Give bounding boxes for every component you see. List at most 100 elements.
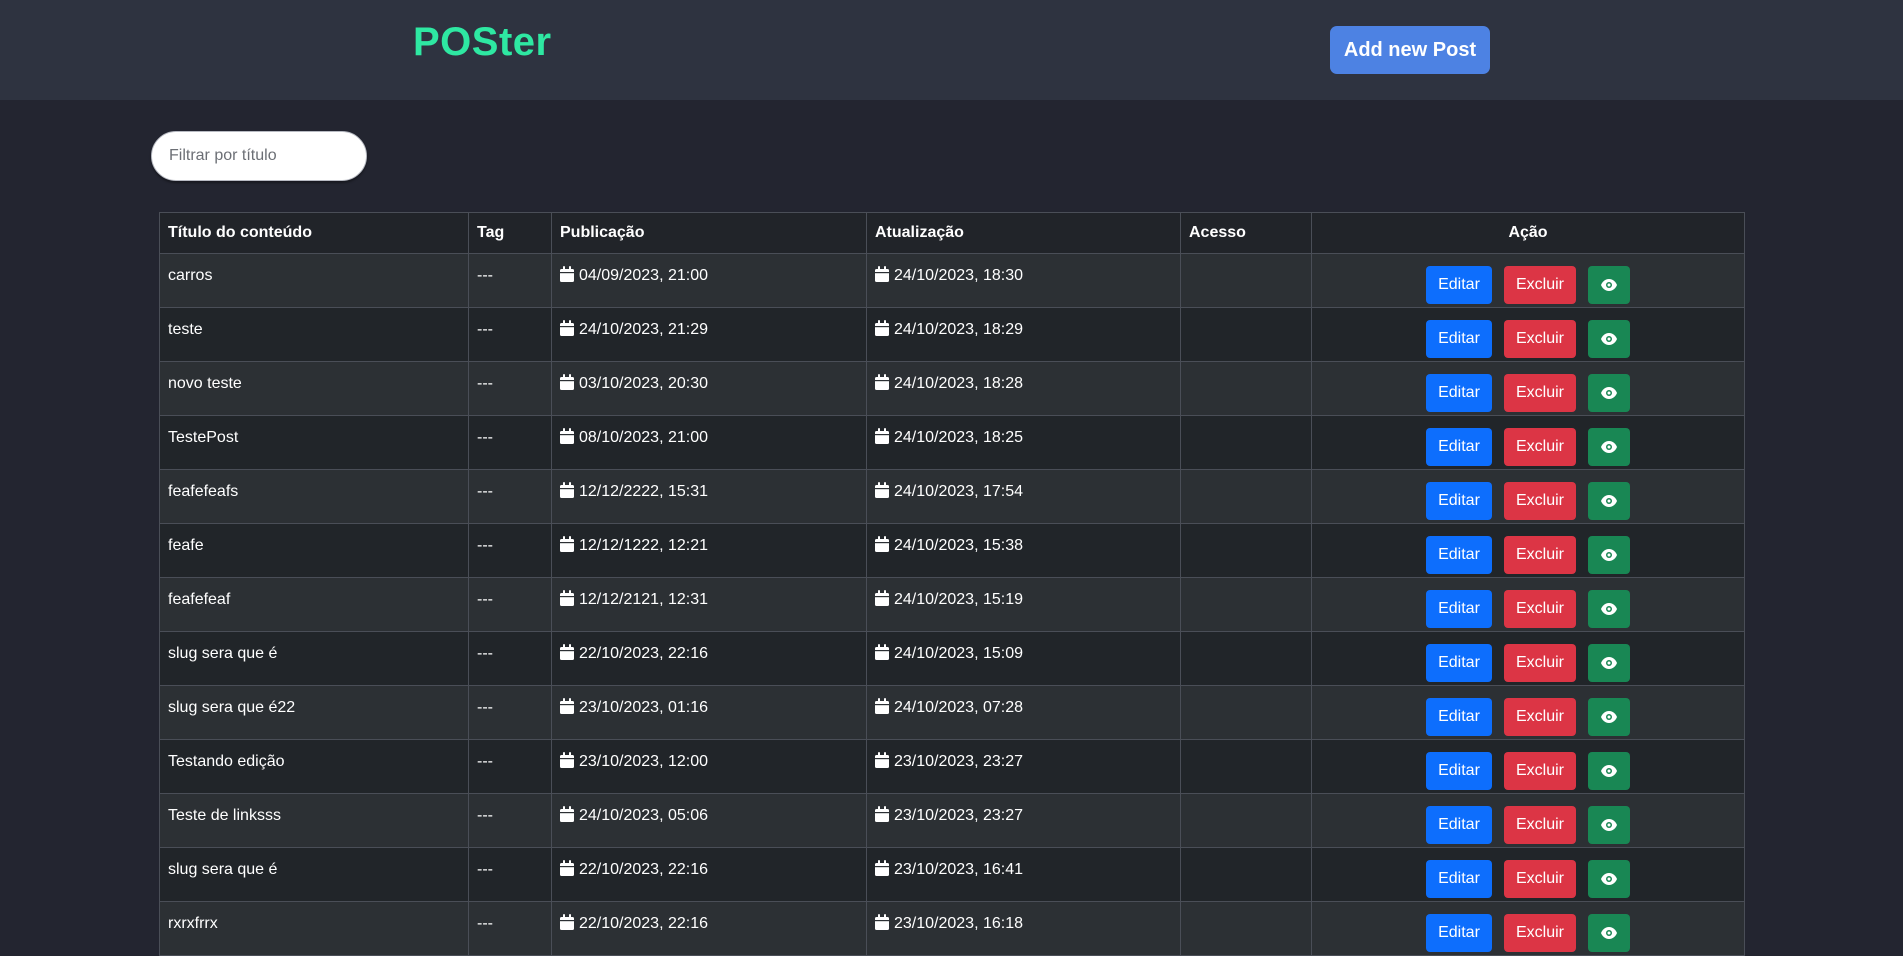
post-published-date: 22/10/2023, 22:16 bbox=[579, 645, 709, 662]
calendar-icon bbox=[875, 644, 889, 660]
post-tag: --- bbox=[477, 699, 493, 716]
calendar-icon bbox=[875, 806, 889, 822]
edit-button[interactable]: Editar bbox=[1426, 428, 1492, 466]
add-new-post-button[interactable]: Add new Post bbox=[1330, 26, 1490, 74]
calendar-icon bbox=[560, 698, 574, 714]
edit-button[interactable]: Editar bbox=[1426, 536, 1492, 574]
cell-tag: --- bbox=[468, 415, 552, 470]
calendar-icon bbox=[875, 860, 889, 876]
brand-logo[interactable]: POSter bbox=[413, 20, 552, 65]
post-tag: --- bbox=[477, 537, 493, 554]
edit-button[interactable]: Editar bbox=[1426, 482, 1492, 520]
cell-tag: --- bbox=[468, 631, 552, 686]
delete-button[interactable]: Excluir bbox=[1504, 914, 1576, 952]
view-button[interactable] bbox=[1588, 914, 1630, 952]
delete-button[interactable]: Excluir bbox=[1504, 590, 1576, 628]
delete-button[interactable]: Excluir bbox=[1504, 374, 1576, 412]
cell-updated: 24/10/2023, 18:25 bbox=[866, 415, 1181, 470]
edit-button[interactable]: Editar bbox=[1426, 752, 1492, 790]
post-updated-date: 24/10/2023, 17:54 bbox=[894, 483, 1024, 500]
delete-button[interactable]: Excluir bbox=[1504, 860, 1576, 898]
view-button[interactable] bbox=[1588, 644, 1630, 682]
cell-actions: Editar Excluir bbox=[1311, 847, 1745, 902]
post-published-date: 22/10/2023, 22:16 bbox=[579, 861, 709, 878]
post-title: slug sera que é bbox=[168, 645, 278, 662]
calendar-icon bbox=[560, 590, 574, 606]
view-button[interactable] bbox=[1588, 320, 1630, 358]
cell-updated: 23/10/2023, 16:18 bbox=[866, 901, 1181, 956]
cell-published: 08/10/2023, 21:00 bbox=[551, 415, 867, 470]
cell-access bbox=[1180, 739, 1312, 794]
delete-button[interactable]: Excluir bbox=[1504, 428, 1576, 466]
cell-actions: Editar Excluir bbox=[1311, 793, 1745, 848]
edit-button[interactable]: Editar bbox=[1426, 860, 1492, 898]
edit-button[interactable]: Editar bbox=[1426, 644, 1492, 682]
eye-icon bbox=[1601, 386, 1617, 399]
view-button[interactable] bbox=[1588, 428, 1630, 466]
view-button[interactable] bbox=[1588, 266, 1630, 304]
cell-title: feafefeaf bbox=[159, 577, 469, 632]
edit-button[interactable]: Editar bbox=[1426, 374, 1492, 412]
cell-published: 23/10/2023, 01:16 bbox=[551, 685, 867, 740]
cell-access bbox=[1180, 631, 1312, 686]
edit-button[interactable]: Editar bbox=[1426, 806, 1492, 844]
delete-button[interactable]: Excluir bbox=[1504, 644, 1576, 682]
post-title: teste bbox=[168, 321, 203, 338]
calendar-icon bbox=[875, 752, 889, 768]
post-updated-date: 24/10/2023, 07:28 bbox=[894, 699, 1024, 716]
cell-title: carros bbox=[159, 253, 469, 308]
cell-published: 22/10/2023, 22:16 bbox=[551, 901, 867, 956]
cell-updated: 23/10/2023, 23:27 bbox=[866, 793, 1181, 848]
post-title: slug sera que é bbox=[168, 861, 278, 878]
delete-button[interactable]: Excluir bbox=[1504, 320, 1576, 358]
delete-button[interactable]: Excluir bbox=[1504, 806, 1576, 844]
column-header-updated: Atualização bbox=[866, 212, 1181, 254]
view-button[interactable] bbox=[1588, 590, 1630, 628]
eye-icon bbox=[1601, 710, 1617, 723]
column-header-published: Publicação bbox=[551, 212, 867, 254]
view-button[interactable] bbox=[1588, 698, 1630, 736]
cell-title: feafefeafs bbox=[159, 469, 469, 524]
delete-button[interactable]: Excluir bbox=[1504, 266, 1576, 304]
post-published-date: 24/10/2023, 05:06 bbox=[579, 807, 709, 824]
calendar-icon bbox=[875, 428, 889, 444]
edit-button[interactable]: Editar bbox=[1426, 590, 1492, 628]
view-button[interactable] bbox=[1588, 860, 1630, 898]
cell-actions: Editar Excluir bbox=[1311, 469, 1745, 524]
view-button[interactable] bbox=[1588, 536, 1630, 574]
calendar-icon bbox=[875, 374, 889, 390]
edit-button[interactable]: Editar bbox=[1426, 266, 1492, 304]
cell-updated: 24/10/2023, 07:28 bbox=[866, 685, 1181, 740]
cell-title: TestePost bbox=[159, 415, 469, 470]
eye-icon bbox=[1601, 818, 1617, 831]
view-button[interactable] bbox=[1588, 374, 1630, 412]
view-button[interactable] bbox=[1588, 806, 1630, 844]
delete-button[interactable]: Excluir bbox=[1504, 536, 1576, 574]
view-button[interactable] bbox=[1588, 752, 1630, 790]
view-button[interactable] bbox=[1588, 482, 1630, 520]
post-tag: --- bbox=[477, 807, 493, 824]
delete-button[interactable]: Excluir bbox=[1504, 698, 1576, 736]
table-row: TestePost --- 08/10/2023, 21:00 24/10/20… bbox=[159, 415, 1745, 470]
edit-button[interactable]: Editar bbox=[1426, 914, 1492, 952]
table-row: carros --- 04/09/2023, 21:00 24/10/2023,… bbox=[159, 253, 1745, 308]
post-tag: --- bbox=[477, 915, 493, 932]
cell-actions: Editar Excluir bbox=[1311, 685, 1745, 740]
edit-button[interactable]: Editar bbox=[1426, 320, 1492, 358]
post-updated-date: 24/10/2023, 18:25 bbox=[894, 429, 1024, 446]
post-updated-date: 24/10/2023, 18:30 bbox=[894, 267, 1024, 284]
post-published-date: 23/10/2023, 01:16 bbox=[579, 699, 709, 716]
post-published-date: 04/09/2023, 21:00 bbox=[579, 267, 709, 284]
cell-access bbox=[1180, 685, 1312, 740]
cell-access bbox=[1180, 523, 1312, 578]
cell-actions: Editar Excluir bbox=[1311, 631, 1745, 686]
delete-button[interactable]: Excluir bbox=[1504, 752, 1576, 790]
delete-button[interactable]: Excluir bbox=[1504, 482, 1576, 520]
filter-title-input[interactable] bbox=[151, 131, 367, 181]
cell-tag: --- bbox=[468, 469, 552, 524]
calendar-icon bbox=[560, 914, 574, 930]
cell-actions: Editar Excluir bbox=[1311, 415, 1745, 470]
edit-button[interactable]: Editar bbox=[1426, 698, 1492, 736]
cell-title: slug sera que é22 bbox=[159, 685, 469, 740]
cell-published: 03/10/2023, 20:30 bbox=[551, 361, 867, 416]
